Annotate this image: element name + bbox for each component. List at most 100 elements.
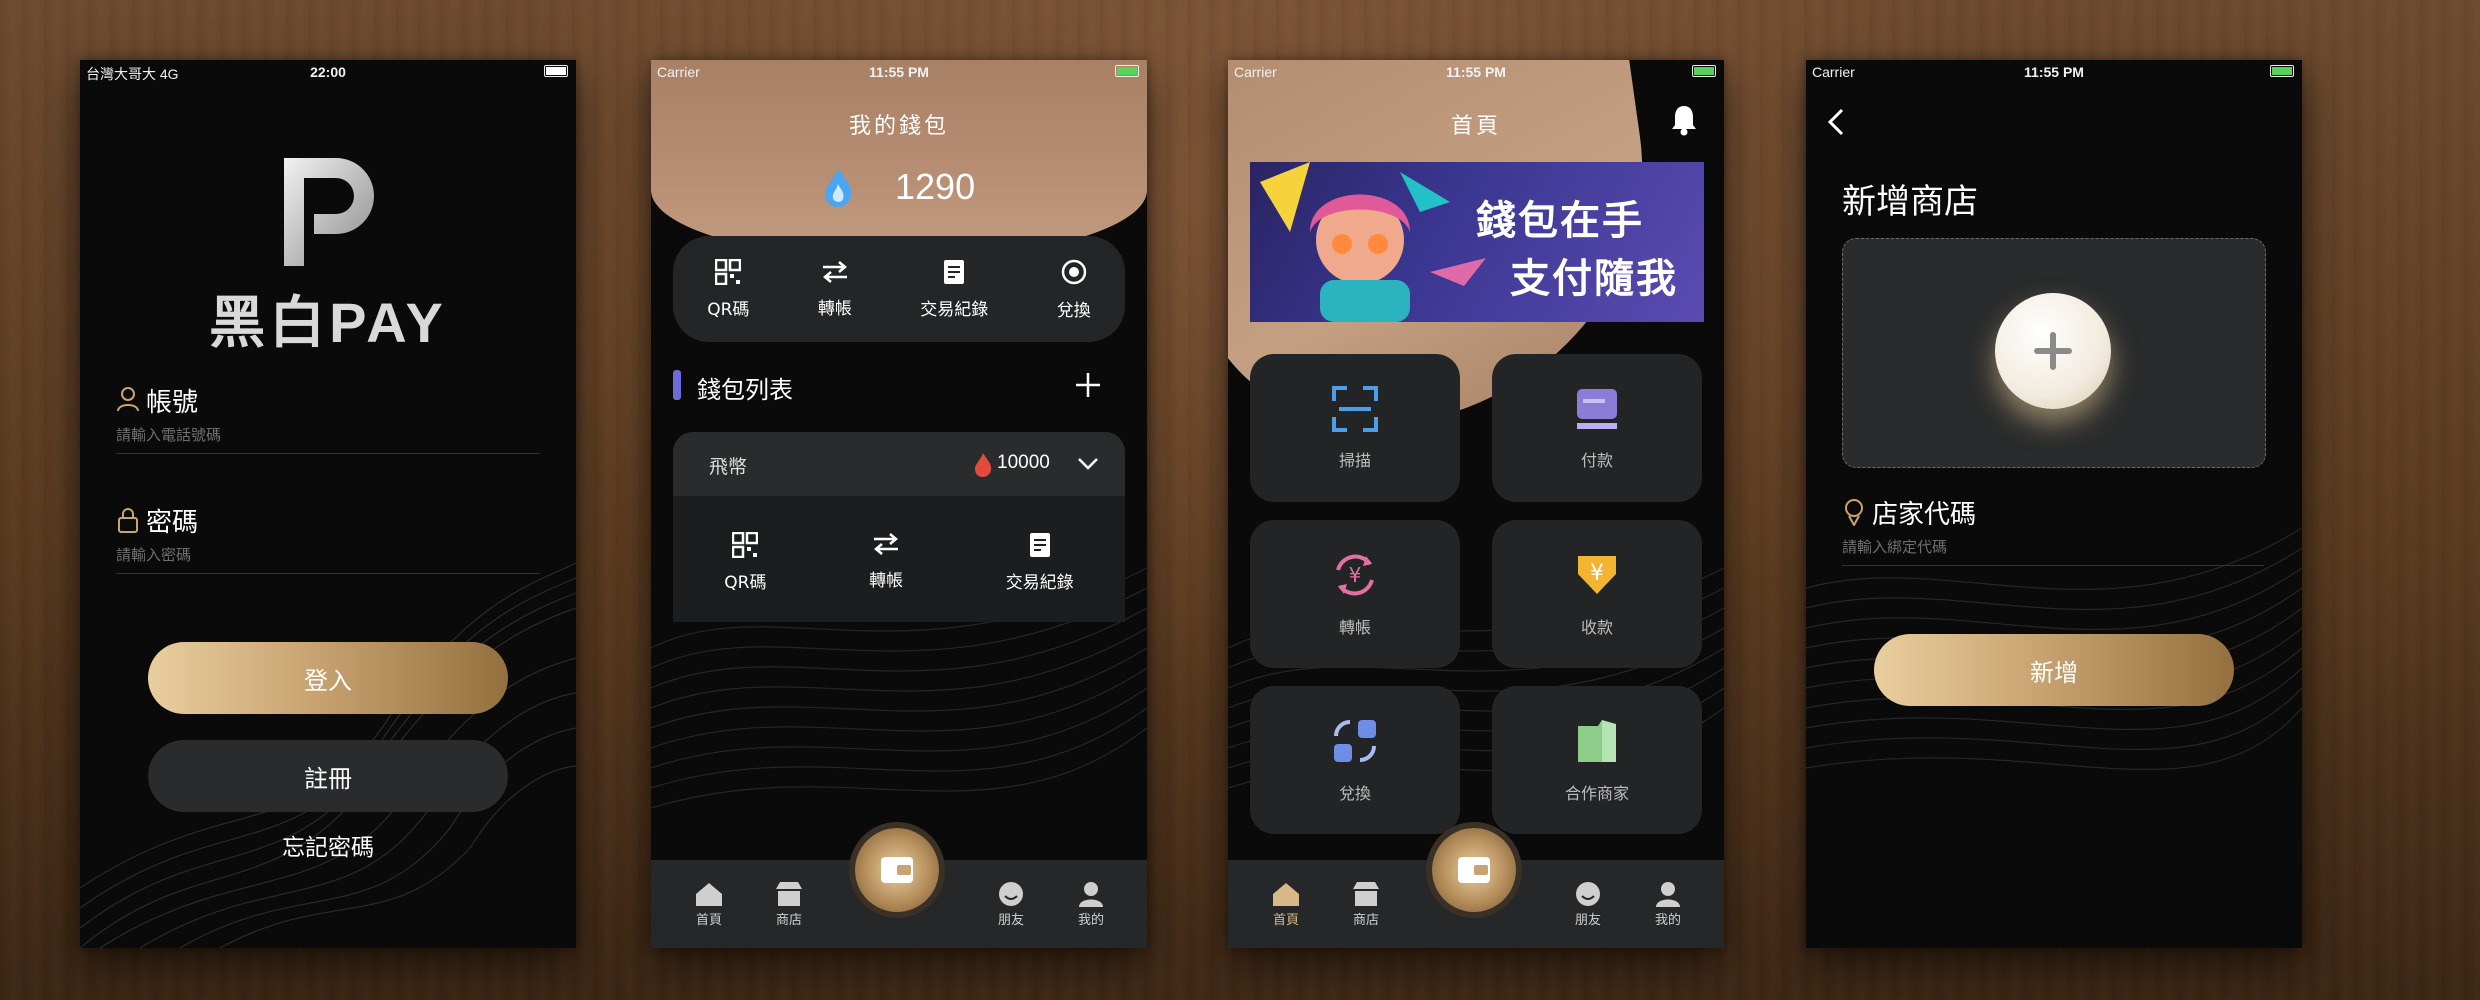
scan-icon	[1332, 386, 1378, 432]
partner-card[interactable]: 合作商家	[1492, 686, 1702, 834]
add-icon[interactable]	[1075, 372, 1101, 398]
battery-icon	[1692, 65, 1716, 77]
receive-icon: ¥	[1578, 556, 1616, 594]
receive-card[interactable]: ¥ 收款	[1492, 520, 1702, 668]
red-flame-icon	[975, 453, 992, 477]
tab-store[interactable]: 商店	[759, 881, 819, 928]
pay-icon	[1577, 389, 1617, 429]
coin-qr-action[interactable]: QR碼	[724, 532, 767, 593]
banner-illustration	[1260, 162, 1486, 322]
location-pin-icon	[1845, 499, 1863, 526]
receipt-icon	[1029, 533, 1050, 557]
scan-label: 掃描	[1338, 451, 1371, 470]
qr-icon	[715, 258, 742, 285]
qr-label: QR碼	[707, 299, 750, 320]
account-underline	[116, 453, 540, 454]
status-bar: Carrier 11:55 PM	[651, 60, 1147, 86]
forgot-password-link[interactable]: 忘記密碼	[80, 828, 576, 862]
page-title: 首頁	[1450, 114, 1501, 139]
plus-icon	[2034, 332, 2072, 370]
history-action[interactable]: 交易紀錄	[920, 259, 988, 320]
tab-friends-label: 朋友	[1574, 913, 1601, 928]
password-label: 密碼	[146, 508, 199, 538]
exchange-card[interactable]: 兌換	[1250, 686, 1460, 834]
profile-icon	[1656, 882, 1680, 907]
wallet-center-button[interactable]	[1432, 828, 1516, 912]
tab-profile-label: 我的	[1654, 913, 1681, 928]
exchange-action[interactable]: 兌換	[1057, 258, 1091, 321]
clock: 11:55 PM	[2024, 64, 2084, 80]
tab-friends-label: 朋友	[997, 913, 1024, 928]
wallet-list-title: 錢包列表	[697, 376, 793, 404]
coin-history-action[interactable]: 交易紀錄	[1006, 532, 1074, 593]
wallet-center-button[interactable]	[855, 828, 939, 912]
transfer-icon	[822, 260, 847, 283]
back-icon[interactable]	[1826, 108, 1846, 136]
qr-action[interactable]: QR碼	[707, 258, 750, 320]
section-marker	[673, 370, 681, 400]
exchange-card-label: 兌換	[1338, 784, 1371, 803]
logo-p-icon	[284, 158, 374, 266]
account-input[interactable]: 請輸入電話號碼	[116, 424, 221, 445]
coin-qr-label: QR碼	[724, 573, 767, 593]
register-button[interactable]: 註冊	[148, 740, 508, 812]
status-bar: Carrier 11:55 PM	[1228, 60, 1724, 86]
tab-friends[interactable]: 朋友	[981, 881, 1041, 928]
banner-line1: 錢包在手	[1476, 198, 1644, 244]
exchange-icon	[1061, 259, 1086, 284]
battery-icon	[1115, 65, 1139, 77]
clock: 11:55 PM	[869, 64, 929, 80]
promo-banner[interactable]: 錢包在手 支付隨我	[1250, 162, 1704, 322]
partner-store-icon	[1578, 720, 1616, 762]
tab-profile-label: 我的	[1077, 913, 1104, 928]
store-image-upload[interactable]	[1842, 238, 2266, 468]
store-icon	[1353, 882, 1379, 906]
home-icon	[1273, 883, 1299, 906]
status-bar: 台灣大哥大 4G 22:00	[80, 60, 576, 86]
tab-home-label: 首頁	[1272, 913, 1299, 928]
banner-line2: 支付隨我	[1510, 256, 1678, 302]
store-code-input[interactable]: 請輸入綁定代碼	[1842, 536, 1947, 557]
tab-home[interactable]: 首頁	[1256, 881, 1316, 928]
coin-transfer-action[interactable]: 轉帳	[869, 532, 903, 593]
clock: 11:55 PM	[1446, 64, 1506, 80]
scan-card[interactable]: 掃描	[1250, 354, 1460, 502]
svg-text:¥: ¥	[1349, 563, 1362, 587]
home-icon	[696, 883, 722, 906]
transfer-card[interactable]: ¥ 轉帳	[1250, 520, 1460, 668]
transfer-card-label: 轉帳	[1338, 618, 1371, 637]
user-icon	[117, 387, 139, 412]
balance-amount: 1290	[895, 166, 976, 207]
logo-text: 黑白PAY	[209, 291, 447, 354]
add-image-button[interactable]	[1995, 293, 2111, 409]
tab-store[interactable]: 商店	[1336, 881, 1396, 928]
coin-transfer-label: 轉帳	[869, 571, 904, 591]
tab-bar: 首頁 商店 朋友 我的	[651, 828, 1147, 948]
profile-icon	[1079, 882, 1103, 907]
lock-icon	[118, 508, 138, 533]
account-label: 帳號	[146, 388, 199, 418]
tab-friends[interactable]: 朋友	[1558, 881, 1618, 928]
tab-store-label: 商店	[1352, 913, 1379, 928]
phone-login: 台灣大哥大 4G 22:00 黑白PAY 帳號 請輸入電話號碼 密碼 請輸入密碼…	[80, 60, 576, 948]
tab-home[interactable]: 首頁	[679, 881, 739, 928]
pay-card[interactable]: 付款	[1492, 354, 1702, 502]
password-input[interactable]: 請輸入密碼	[116, 544, 191, 565]
friends-icon	[999, 882, 1023, 906]
partner-label: 合作商家	[1564, 784, 1629, 803]
exchange-label: 兌換	[1056, 300, 1091, 321]
tab-profile[interactable]: 我的	[1061, 881, 1121, 928]
store-code-label: 店家代碼	[1872, 500, 1977, 530]
friends-icon	[1576, 882, 1600, 906]
add-store-button[interactable]: 新增	[1874, 634, 2234, 706]
receipt-icon	[944, 259, 965, 284]
bell-icon[interactable]	[1670, 104, 1698, 136]
transfer-action[interactable]: 轉帳	[818, 260, 852, 319]
flame-icon	[825, 168, 852, 207]
tab-profile[interactable]: 我的	[1638, 881, 1698, 928]
chevron-down-icon[interactable]	[1077, 457, 1099, 471]
wallet-icon	[881, 857, 913, 883]
login-button[interactable]: 登入	[148, 642, 508, 714]
history-label: 交易紀錄	[920, 299, 989, 320]
pay-label: 付款	[1580, 451, 1613, 470]
